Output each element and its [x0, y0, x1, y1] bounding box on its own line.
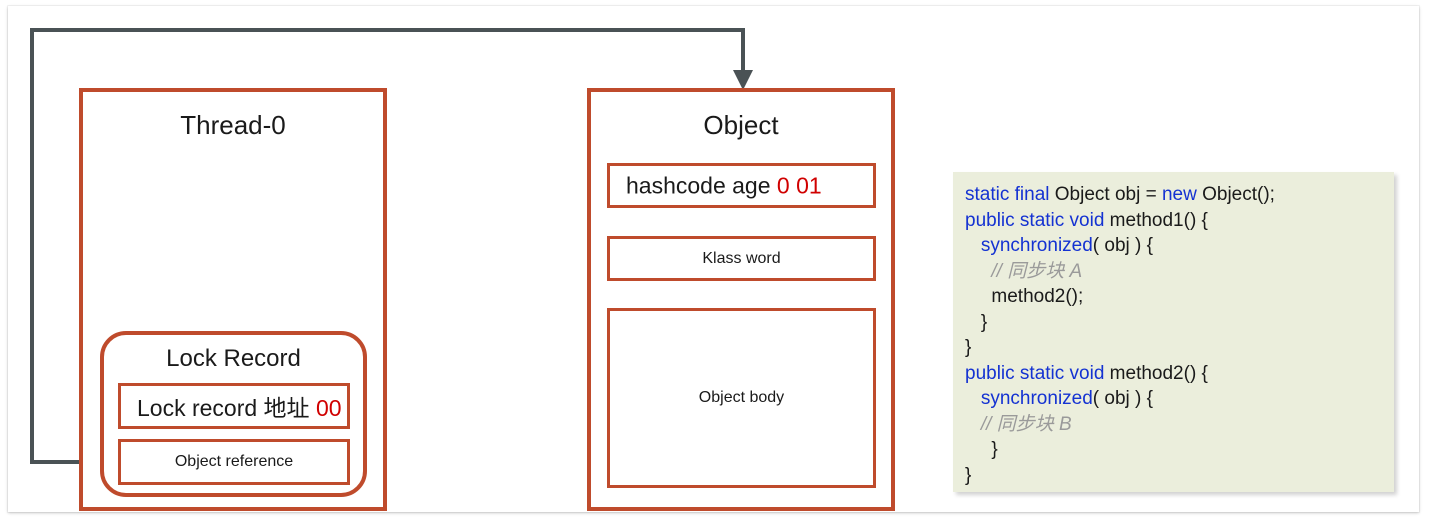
- object-reference-label: Object reference: [174, 453, 294, 470]
- code-text: }: [965, 337, 972, 358]
- code-line: synchronized( obj ) {: [965, 386, 1394, 412]
- lock-record-address-row: Lock record 地址 00: [118, 383, 350, 429]
- code-keyword: synchronized: [980, 388, 1093, 409]
- code-line: synchronized( obj ) {: [965, 233, 1394, 259]
- code-keyword: synchronized: [980, 235, 1093, 256]
- diagram-canvas: Thread-0 Lock Record Lock record 地址 00 O…: [0, 0, 1433, 524]
- lock-record-address-value: 00: [315, 395, 342, 421]
- object-reference-row: Object reference: [118, 439, 350, 485]
- code-text: method2();: [965, 286, 1084, 307]
- object-mark-word-value: 0 01: [776, 172, 822, 198]
- code-line: public static void method1() {: [965, 208, 1394, 234]
- object-box-title: Object: [703, 110, 779, 140]
- object-body-row: Object body: [607, 308, 876, 488]
- code-keyword: static final: [965, 184, 1050, 205]
- object-mark-word-label: hashcode age: [626, 172, 777, 198]
- code-text: }: [965, 464, 972, 486]
- code-text: }: [965, 311, 988, 333]
- code-line: }: [965, 310, 1394, 336]
- code-line: // 同步块 B: [965, 412, 1394, 438]
- object-body-label: Object body: [698, 389, 785, 406]
- code-line: static final Object obj = new Object();: [965, 182, 1394, 208]
- code-line: }: [965, 335, 1394, 361]
- object-mark-word-row: hashcode age 0 01: [607, 163, 876, 208]
- code-snippet-panel: static final Object obj = new Object(); p…: [953, 172, 1394, 492]
- object-klass-word-row: Klass word: [607, 236, 876, 281]
- code-line: method2();: [965, 284, 1394, 310]
- code-keyword: new: [1161, 184, 1197, 205]
- lock-record-address-label: Lock record 地址: [137, 395, 316, 421]
- code-text: method1() {: [1104, 209, 1208, 231]
- code-line: }: [965, 437, 1394, 463]
- code-line: // 同步块 A: [965, 259, 1394, 285]
- thread-box-title: Thread-0: [180, 110, 286, 140]
- code-text: method2() {: [1104, 362, 1208, 384]
- code-line: public static void method2() {: [965, 361, 1394, 387]
- code-comment: // 同步块 A: [991, 260, 1083, 282]
- object-mark-word-text: hashcode age 0 01: [610, 172, 873, 199]
- object-klass-word-label: Klass word: [702, 249, 781, 267]
- code-text: Object();: [1196, 184, 1275, 205]
- lock-record-title: Lock Record: [166, 345, 301, 372]
- code-text: Object obj =: [1049, 184, 1162, 205]
- code-keyword: public static void: [965, 362, 1105, 384]
- code-comment: // 同步块 B: [980, 413, 1072, 435]
- code-keyword: public static void: [965, 209, 1105, 231]
- code-text: }: [965, 439, 998, 460]
- code-text: ( obj ) {: [1092, 388, 1153, 409]
- code-text: ( obj ) {: [1092, 235, 1153, 256]
- code-line: }: [965, 463, 1394, 489]
- lock-record-address-text: Lock record 地址 00: [121, 389, 347, 423]
